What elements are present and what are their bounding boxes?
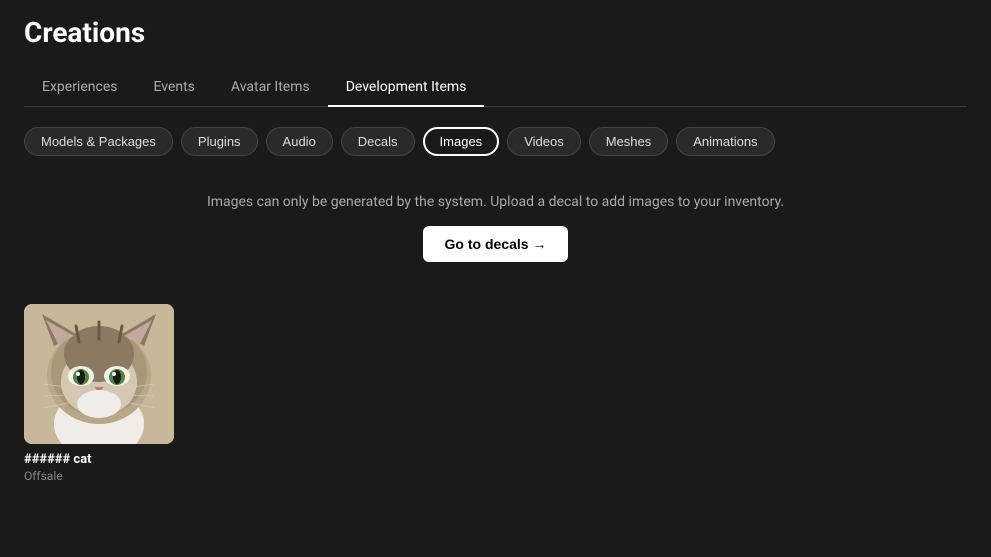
pill-animations[interactable]: Animations xyxy=(676,127,774,156)
pill-meshes[interactable]: Meshes xyxy=(589,127,669,156)
tab-development-items[interactable]: Development Items xyxy=(328,69,485,107)
info-message: Images can only be generated by the syst… xyxy=(24,194,967,210)
tab-experiences[interactable]: Experiences xyxy=(24,69,135,107)
pill-audio[interactable]: Audio xyxy=(266,127,333,156)
items-grid: ###### cat Offsale xyxy=(24,296,967,483)
page-container: Creations Experiences Events Avatar Item… xyxy=(0,0,991,499)
page-title: Creations xyxy=(24,16,967,49)
cat-image xyxy=(24,304,174,444)
main-tabs: Experiences Events Avatar Items Developm… xyxy=(24,69,967,107)
tab-avatar-items[interactable]: Avatar Items xyxy=(213,69,328,107)
filter-pills: Models & Packages Plugins Audio Decals I… xyxy=(24,127,967,156)
pill-videos[interactable]: Videos xyxy=(507,127,581,156)
item-thumbnail xyxy=(24,304,174,444)
pill-models-packages[interactable]: Models & Packages xyxy=(24,127,173,156)
tab-events[interactable]: Events xyxy=(135,69,212,107)
go-to-decals-button[interactable]: Go to decals → xyxy=(423,226,569,262)
item-status: Offsale xyxy=(24,469,174,483)
item-name: ###### cat xyxy=(24,452,174,467)
list-item[interactable]: ###### cat Offsale xyxy=(24,304,174,483)
pill-images[interactable]: Images xyxy=(423,127,500,156)
pill-decals[interactable]: Decals xyxy=(341,127,415,156)
info-section: Images can only be generated by the syst… xyxy=(24,184,967,272)
pill-plugins[interactable]: Plugins xyxy=(181,127,258,156)
